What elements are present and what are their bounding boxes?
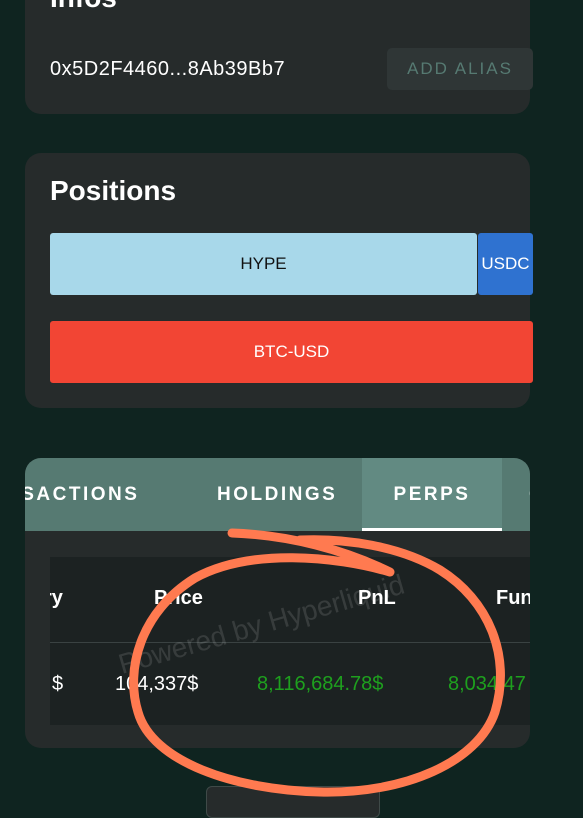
tab-orders[interactable]: OR: [529, 458, 530, 531]
wallet-address: 0x5D2F4460...8Ab39Bb7: [50, 58, 286, 80]
add-alias-button[interactable]: ADD ALIAS: [387, 48, 533, 90]
perps-table: ry Price PnL Fun $ 104,337$ 8,116,684.78…: [50, 557, 530, 725]
column-header-funding: Fun: [496, 587, 530, 609]
column-header-entry: ry: [50, 587, 63, 609]
bottom-action-button[interactable]: [206, 786, 380, 818]
position-segment-usdc[interactable]: USDC: [478, 233, 533, 295]
position-bar-hype[interactable]: HYPE USDC: [50, 233, 533, 295]
infos-card: Infos 0x5D2F4460...8Ab39Bb7 ADD ALIAS: [25, 0, 533, 114]
positions-card: Positions HYPE USDC BTC-USD: [25, 153, 533, 408]
positions-title: Positions: [50, 175, 177, 206]
position-segment-hype[interactable]: HYPE: [50, 233, 477, 295]
tab-transactions[interactable]: NSACTIONS: [25, 458, 139, 531]
tab-bar: NSACTIONS HOLDINGS PERPS OR: [25, 458, 530, 531]
cell-entry: $: [52, 673, 64, 695]
row-divider: [50, 642, 530, 643]
position-bar-btc[interactable]: BTC-USD: [50, 321, 533, 383]
tab-perps[interactable]: PERPS: [362, 458, 502, 531]
column-header-price: Price: [154, 587, 203, 609]
tab-holdings[interactable]: HOLDINGS: [217, 458, 337, 531]
active-tab-indicator: [362, 528, 502, 531]
portfolio-tabs-card: NSACTIONS HOLDINGS PERPS OR ry Price PnL…: [25, 458, 530, 748]
cell-funding: 8,034,47: [448, 673, 526, 695]
cell-pnl: 8,116,684.78$: [257, 673, 384, 695]
cell-price: 104,337$: [115, 673, 199, 695]
infos-title: Infos: [50, 0, 117, 14]
column-header-pnl: PnL: [358, 587, 396, 609]
position-segment-btc-usd[interactable]: BTC-USD: [50, 321, 533, 383]
